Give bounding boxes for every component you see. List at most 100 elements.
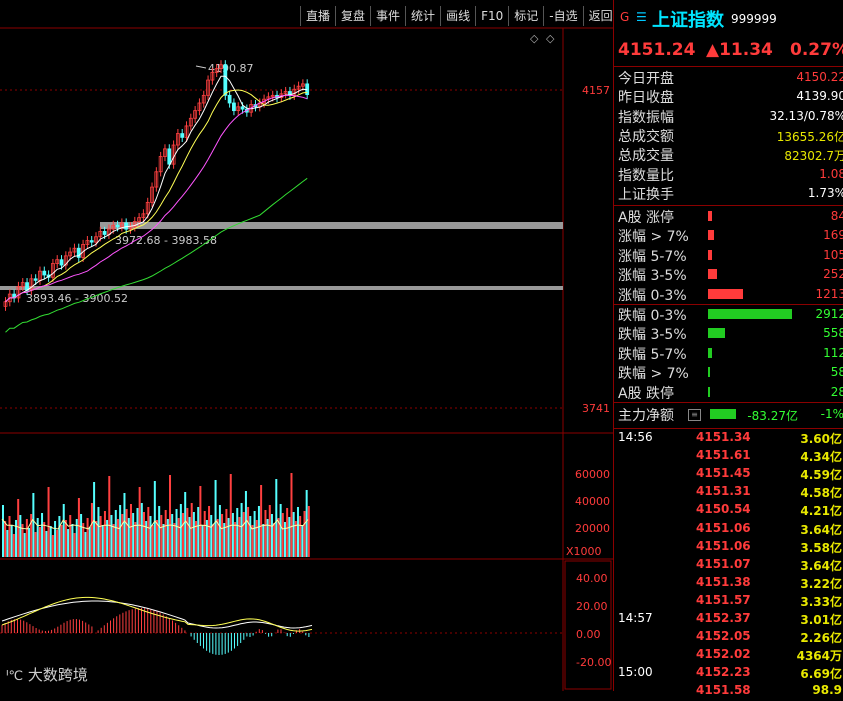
breadth-label: 跌幅 5-7% (618, 346, 687, 363)
volume-bar (286, 508, 289, 557)
volume-bar (188, 517, 191, 557)
breadth-bar (708, 367, 710, 378)
breadth-value: 252 (823, 267, 843, 282)
tick-amount: 3.01亿 (800, 613, 842, 627)
volume-bar (197, 507, 200, 557)
volume-bar (125, 509, 128, 557)
macd-axis-tick: 40.00 (576, 572, 608, 585)
candle (42, 270, 47, 276)
volume-bar (203, 511, 206, 557)
tick-row: 4151.31 4.58亿 (614, 484, 843, 502)
zone-label: 3972.68 - 3983.58 (115, 234, 217, 247)
tick-row: 4152.05 2.26亿 (614, 629, 843, 647)
ma-line (5, 177, 308, 333)
stat-value: 13655.26亿 (776, 129, 843, 144)
menu-icon[interactable]: ☰ (636, 10, 647, 24)
tick-time: 14:57 (618, 611, 653, 625)
candle (167, 148, 172, 165)
breadth-label: 涨幅 3-5% (618, 268, 687, 285)
volume-bar (38, 527, 41, 557)
stat-value: 32.13/0.78% (769, 108, 843, 123)
breadth-value: 84 (830, 209, 843, 223)
tick-time: 14:56 (618, 430, 653, 444)
breadth-label: A股 涨停 (618, 210, 675, 226)
stat-value: 1.08 (819, 166, 843, 181)
volume-bar (262, 524, 265, 557)
tick-price: 4150.54 (696, 502, 751, 517)
breadth-value: 28 (830, 384, 843, 399)
volume-bar (247, 507, 250, 557)
tick-amount: 4.21亿 (800, 504, 842, 519)
volume-bar (251, 525, 254, 557)
volume-bar (93, 482, 96, 557)
volume-bar (43, 522, 46, 557)
volume-bar (275, 479, 278, 557)
volume-bar (23, 533, 26, 557)
volume-bar (17, 499, 20, 557)
volume-bar (67, 529, 70, 557)
volume-bar (171, 514, 174, 557)
tick-row: 4151.07 3.64亿 (614, 557, 843, 575)
breadth-bar (708, 249, 712, 260)
volume-bar (71, 524, 74, 557)
tick-row: 14:56 4151.34 3.60亿 (614, 430, 843, 448)
volume-bar (236, 508, 239, 557)
stat-row: 指数量比 1.08 (618, 165, 843, 184)
volume-bar (64, 520, 67, 557)
tick-price: 4151.06 (696, 520, 751, 535)
stat-value: 4150.22 (796, 70, 843, 84)
volume-bar (112, 524, 115, 557)
volume-bar (273, 523, 276, 557)
tick-row: 4151.06 3.58亿 (614, 539, 843, 557)
volume-bar (28, 528, 31, 557)
tick-amount: 98.9 (812, 683, 842, 698)
stat-label: 总成交量 (618, 148, 674, 165)
volume-bar (25, 519, 28, 557)
tick-amount: 4364万 (796, 649, 842, 664)
volume-bar (90, 503, 93, 557)
volume-bar (212, 524, 215, 557)
volume-bar (307, 506, 310, 557)
main-flow-row: 主力净额 ≡ -83.27亿 -1% (618, 405, 843, 424)
breadth-bar (708, 347, 712, 358)
volume-bar (58, 516, 61, 557)
watermark-logo-icon: ᑊ℃ (6, 669, 24, 684)
volume-bar (12, 534, 15, 557)
volume-bar (182, 513, 185, 557)
volume-bar (149, 516, 152, 557)
breadth-label: 跌幅 3-5% (618, 327, 687, 344)
breadth-label: 涨幅 5-7% (618, 248, 687, 265)
tick-amount: 3.58亿 (800, 540, 842, 555)
volume-axis-tick: 40000 (575, 495, 610, 508)
volume-bar (177, 518, 180, 557)
volume-bar (227, 518, 230, 557)
volume-bar (75, 519, 78, 557)
volume-bar (80, 514, 83, 557)
volume-bar (151, 525, 154, 557)
volume-bar (116, 519, 119, 557)
candle (124, 222, 129, 230)
stat-value: 4139.90 (796, 89, 843, 104)
volume-bar (84, 532, 87, 557)
macd-axis-tick: -20.00 (576, 656, 611, 669)
volume-bar (242, 512, 245, 557)
tick-row: 4151.58 98.9 (614, 683, 843, 701)
list-icon[interactable]: ≡ (688, 409, 701, 421)
tick-amount: 6.69亿 (800, 667, 842, 682)
breadth-value: 105 (823, 247, 843, 262)
stat-row: 指数振幅 32.13/0.78% (618, 107, 843, 126)
breadth-label: 涨幅 0-3% (618, 287, 687, 304)
volume-bar (60, 525, 63, 557)
volume-bar (160, 515, 163, 557)
main-flow-label: 主力净额 (618, 408, 674, 424)
volume-bar (240, 503, 243, 557)
stat-label: 总成交额 (618, 128, 674, 145)
volume-bar (292, 512, 295, 557)
volume-bar (108, 476, 111, 557)
volume-bar (303, 511, 306, 557)
kline-chart[interactable]: 3972.68 - 3983.583893.46 - 3900.524190.8… (0, 0, 613, 691)
breadth-bar (708, 309, 792, 319)
volume-axis-tick: 60000 (575, 468, 610, 481)
tick-price: 4151.31 (696, 484, 751, 499)
volume-bar (54, 521, 57, 557)
